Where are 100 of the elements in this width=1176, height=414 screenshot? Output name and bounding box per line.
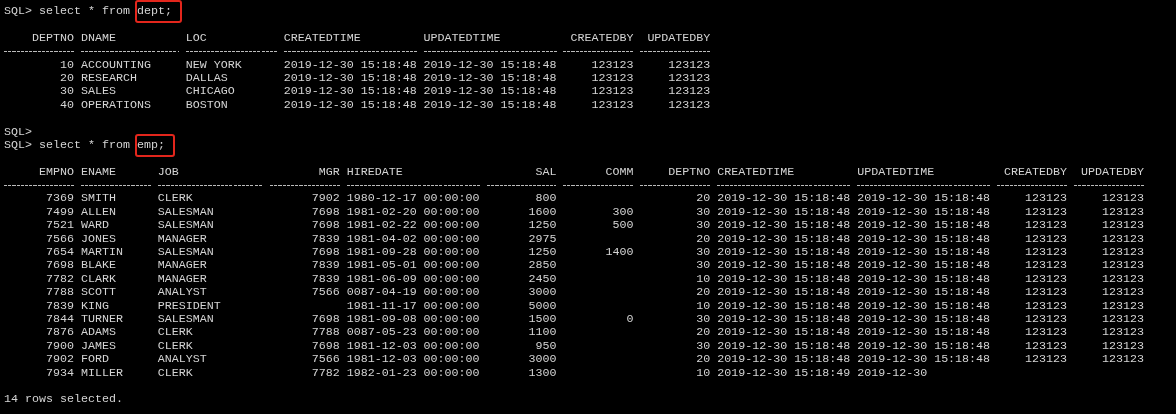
table-cell-text: 7499 (44, 205, 74, 220)
table-cell-text: 123123 (590, 58, 634, 72)
column-header: DNAME (80, 31, 117, 46)
table-cell-text: 123123 (1024, 299, 1067, 313)
table-cell-text: 7782 (44, 272, 74, 287)
table-cell: 2019-12-30 15:18:48 (857, 259, 991, 273)
table-cell: 2019-12-30 15:18:48 (857, 299, 991, 313)
table-cell: 2019-12-30 15:18:48 (717, 313, 851, 327)
table-cell: 1981-02-20 00:00:00 (346, 205, 480, 220)
column-header: ENAME (80, 165, 117, 180)
table-cell: 2019-12-30 15:18:48 (717, 326, 851, 340)
table-cell: 2019-12-30 15:18:48 (283, 85, 417, 99)
table-cell-text: 123123 (590, 98, 634, 113)
table-cell: 2019-12-30 15:18:48 (423, 98, 557, 113)
table-cell-text: 10 (695, 366, 711, 380)
table-cell-text: 1300 (527, 366, 557, 380)
table-cell: 2019-12-30 15:18:48 (283, 98, 417, 113)
table-cell-text: 123123 (1100, 353, 1144, 367)
table-cell: 1981-06-09 00:00:00 (346, 272, 480, 287)
table-cell-text: 1250 (527, 219, 557, 233)
table-cell-text: 123123 (1024, 353, 1067, 367)
table-cell: 2019-12-30 15:18:48 (717, 232, 851, 247)
highlighted-table-name: dept; (134, 0, 182, 24)
table-cell: 2019-12-30 15:18:48 (717, 286, 851, 300)
table-cell: 2019-12-30 15:18:48 (857, 353, 991, 367)
table-cell-text: 7788 (310, 326, 340, 340)
table-cell-text: 7839 (44, 299, 74, 313)
table-cell-text: SALESMAN (157, 205, 215, 220)
table-cell-text: 5000 (527, 299, 557, 313)
table-cell: 2019-12-30 15:18:48 (283, 58, 417, 72)
table-cell-text: CHICAGO (185, 85, 236, 99)
column-header: UPDATEDBY (646, 31, 711, 46)
table-cell-text: JONES (80, 232, 117, 247)
table-cell-text: 123123 (1100, 286, 1144, 300)
table-cell: 2019-12-30 15:18:48 (857, 219, 991, 233)
table-cell-text: 30 (695, 339, 711, 354)
table-cell-text: 7902 (310, 192, 340, 206)
table-cell: 2019-12-30 15:18:48 (857, 192, 991, 206)
table-cell-text: JAMES (80, 339, 117, 354)
table-cell-text: 3000 (527, 353, 557, 367)
table-cell-text: 800 (534, 192, 557, 206)
table-cell-text: 20 (695, 232, 711, 247)
table-cell-text: 7902 (44, 353, 74, 367)
column-header: UPDATEDBY (1079, 165, 1144, 180)
table-cell-text: 123123 (1100, 326, 1144, 340)
table-cell-text: 0 (625, 313, 634, 327)
table-cell: 2019-12-30 15:18:48 (717, 259, 851, 273)
table-cell-text: CLARK (80, 272, 117, 287)
table-cell-text: 10 (58, 58, 74, 72)
table-cell: 2019-12-30 15:18:48 (857, 246, 991, 260)
column-header: CREATEDBY (569, 31, 634, 46)
table-cell: 1981-05-01 00:00:00 (346, 259, 480, 273)
column-header: UPDATEDTIME (857, 165, 936, 180)
sql-command: SQL> select * from (4, 5, 131, 19)
sql-command: SQL> select * from (4, 138, 131, 153)
column-header: CREATEDBY (1003, 165, 1067, 180)
table-cell: 2019-12-30 15:18:48 (857, 286, 991, 300)
table-cell: 0087-05-23 00:00:00 (346, 326, 480, 340)
table-cell: 2019-12-30 15:18:48 (857, 232, 991, 247)
table-cell-text: CLERK (157, 366, 194, 380)
table-cell: 1981-09-28 00:00:00 (346, 246, 480, 260)
table-cell-text: ACCOUNTING (80, 58, 152, 72)
table-cell-text: 10 (695, 299, 711, 313)
table-cell-text: 7521 (44, 219, 74, 233)
table-cell: 2019-12-30 15:18:48 (423, 85, 557, 99)
table-cell-text: ALLEN (80, 205, 117, 220)
table-cell-text: 7654 (44, 246, 74, 260)
table-cell-text: MANAGER (157, 272, 208, 287)
table-cell-text: 40 (58, 98, 74, 113)
table-cell: 1981-02-22 00:00:00 (346, 219, 480, 233)
table-cell: 1981-04-02 00:00:00 (346, 232, 480, 247)
column-header: MGR (317, 165, 340, 180)
table-cell-text: ANALYST (157, 286, 208, 300)
result-message: 14 rows selected. (4, 393, 123, 407)
table-cell-text: SCOTT (80, 286, 117, 300)
table-cell: 1982-01-23 00:00:00 (346, 366, 480, 380)
table-cell-text: 500 (611, 219, 634, 233)
table-cell: 1981-12-03 00:00:00 (346, 353, 480, 367)
table-cell-text: SALESMAN (157, 246, 215, 260)
table-cell-text: 123123 (667, 85, 711, 99)
table-cell-text: SMITH (80, 192, 117, 206)
table-cell-text: 123123 (1024, 272, 1067, 287)
table-cell-text: 2019-12-30 (857, 366, 929, 380)
column-header: HIREDATE (346, 165, 404, 180)
table-cell: 1981-12-03 00:00:00 (346, 339, 480, 354)
table-cell-text: MANAGER (157, 232, 208, 247)
column-header: JOB (157, 165, 180, 180)
table-cell: 2019-12-30 15:18:48 (717, 272, 851, 287)
table-cell-text: 7788 (44, 286, 74, 300)
table-cell-text: 7566 (310, 353, 340, 367)
table-cell-text: 7876 (44, 326, 74, 340)
table-cell-text: MARTIN (80, 246, 124, 260)
table-cell-text: 20 (695, 286, 711, 300)
table-cell-text: ADAMS (80, 326, 117, 340)
table-cell: 2019-12-30 15:18:48 (857, 313, 991, 327)
table-cell-text: 1250 (527, 246, 557, 260)
table-cell-text: 7698 (310, 246, 340, 260)
table-cell-text: 123123 (1100, 192, 1144, 206)
table-cell-text: 123123 (1024, 286, 1067, 300)
table-cell-text: 123123 (1100, 339, 1144, 354)
